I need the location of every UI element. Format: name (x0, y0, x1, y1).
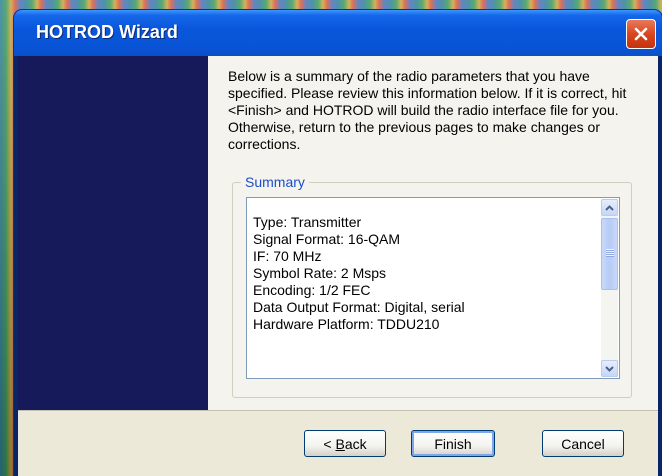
back-button[interactable]: < Back (304, 430, 386, 457)
summary-groupbox: Summary Type: Transmitter Signal Format:… (232, 174, 632, 398)
finish-button[interactable]: Finish (411, 430, 495, 457)
summary-legend: Summary (241, 174, 309, 190)
wizard-content: Below is a summary of the radio paramete… (208, 56, 658, 410)
summary-line-if: IF: 70 MHz (253, 248, 322, 264)
summary-line-symbol-rate: Symbol Rate: 2 Msps (253, 265, 387, 281)
scroll-up-button[interactable] (601, 199, 618, 216)
window-title: HOTROD Wizard (36, 22, 178, 42)
wizard-dialog: HOTROD Wizard Below is a summary of the … (14, 10, 662, 476)
close-button[interactable] (626, 19, 656, 49)
scroll-thumb-grip-icon (606, 249, 614, 257)
title-bar[interactable]: HOTROD Wizard (14, 10, 662, 56)
summary-line-hardware-platform: Hardware Platform: TDDU210 (253, 316, 440, 332)
summary-lines: Type: Transmitter Signal Format: 16-QAM … (253, 214, 465, 333)
scroll-up-arrow-icon (605, 204, 614, 211)
summary-line-signal-format: Signal Format: 16-QAM (253, 231, 401, 247)
summary-line-encoding: Encoding: 1/2 FEC (253, 282, 371, 298)
back-button-mnemonic: B (335, 435, 345, 452)
scroll-down-button[interactable] (601, 360, 618, 377)
button-bar: < Back Finish Cancel (18, 412, 658, 476)
close-icon (634, 27, 648, 41)
back-button-rest: ack (344, 435, 367, 452)
cancel-button[interactable]: Cancel (542, 430, 624, 457)
intro-text: Below is a summary of the radio paramete… (228, 68, 627, 152)
summary-line-type: Type: Transmitter (253, 214, 362, 230)
summary-scrollbar[interactable] (601, 199, 618, 377)
dialog-body: Below is a summary of the radio paramete… (18, 56, 658, 476)
scroll-down-arrow-icon (605, 365, 614, 372)
back-button-prefix: < (323, 435, 336, 452)
summary-line-data-output-format: Data Output Format: Digital, serial (253, 299, 465, 315)
wizard-side-panel (18, 56, 208, 410)
scroll-thumb[interactable] (601, 218, 618, 290)
summary-text-area[interactable]: Type: Transmitter Signal Format: 16-QAM … (246, 197, 620, 379)
